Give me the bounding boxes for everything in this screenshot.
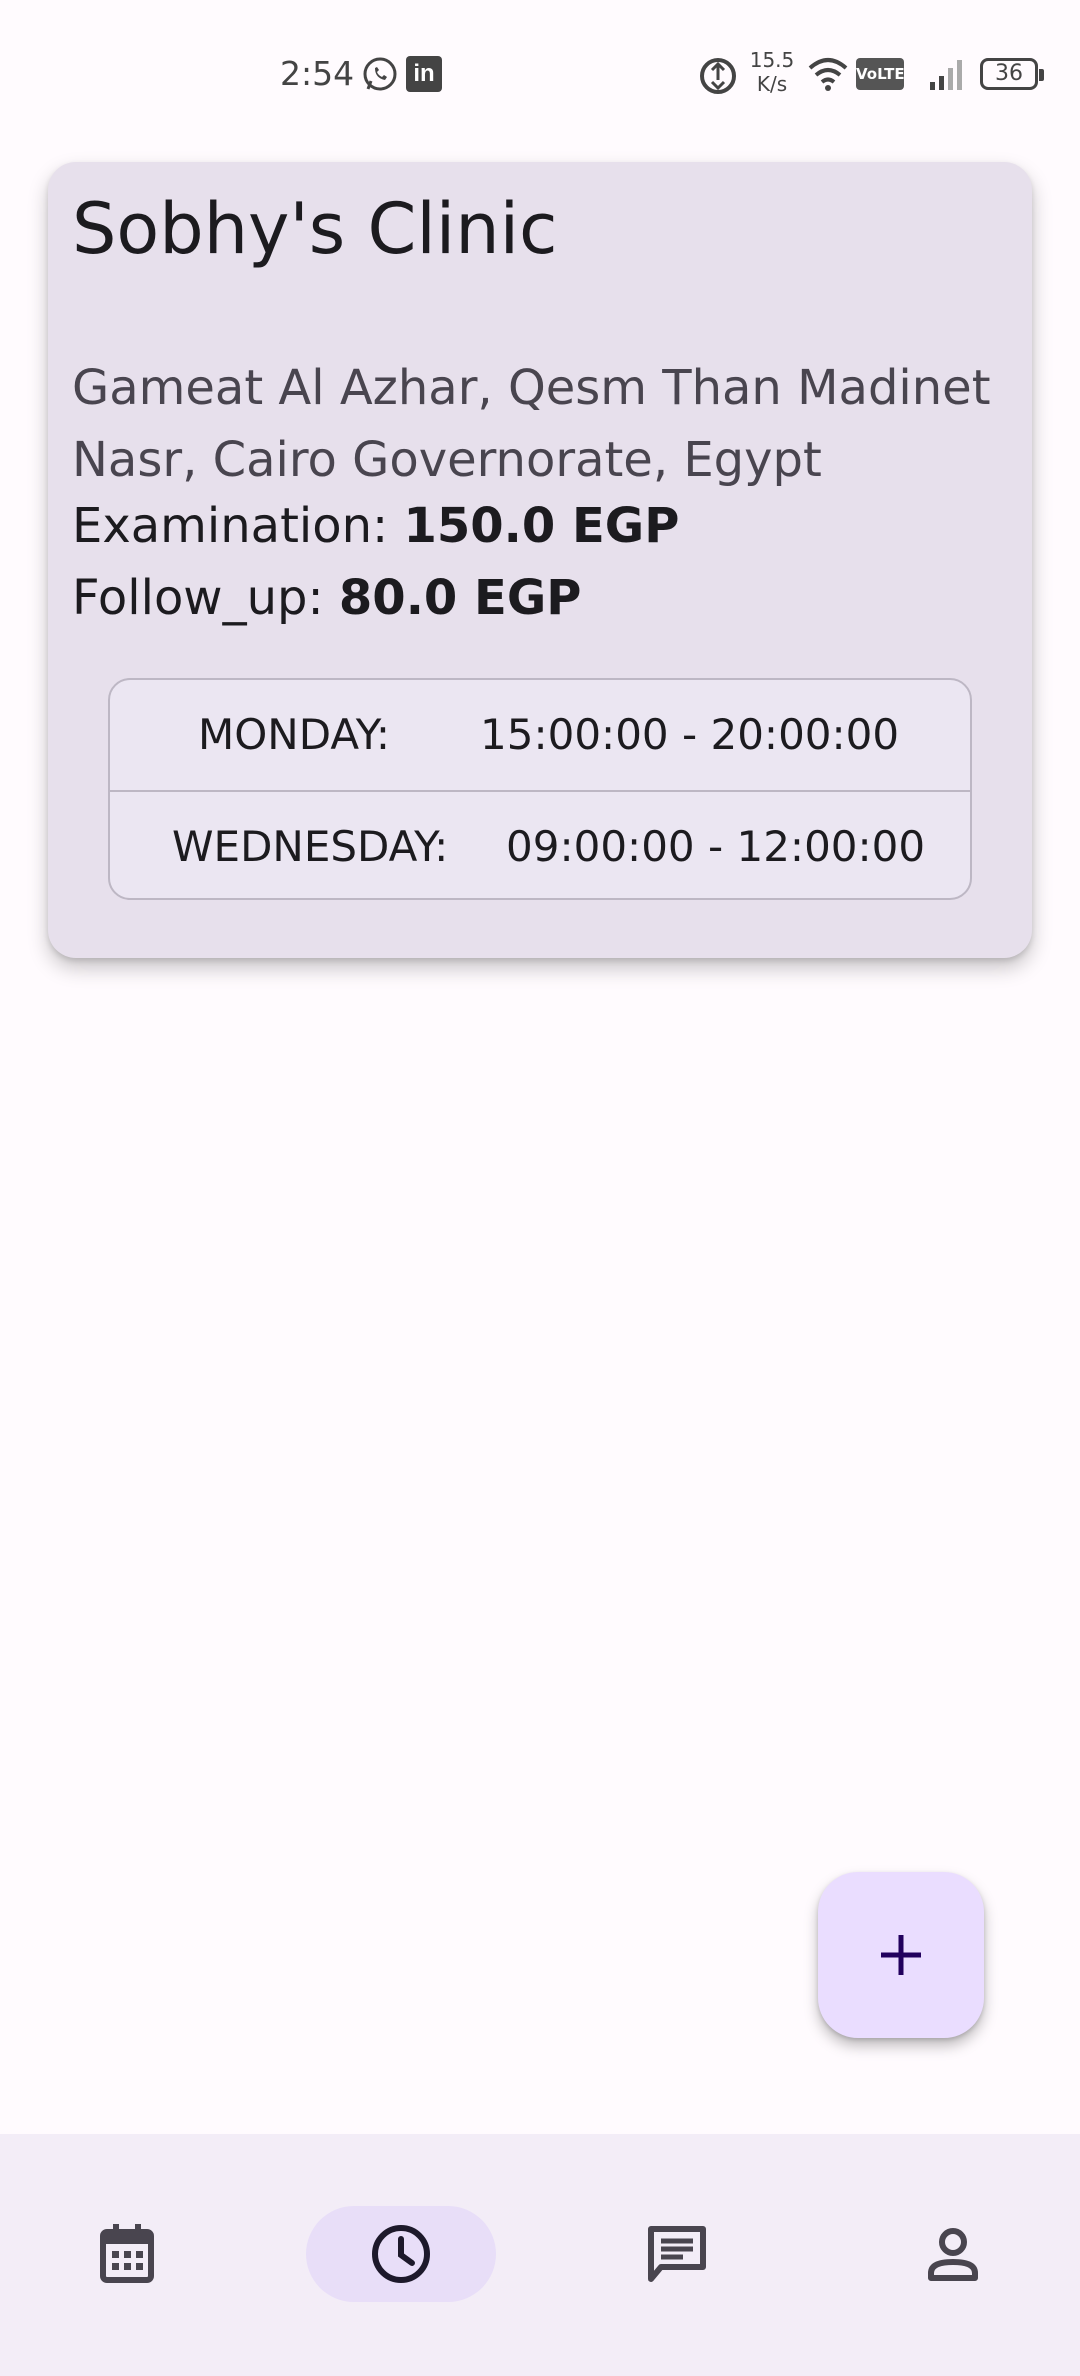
schedule-time: 09:00:00 - 12:00:00 (506, 822, 926, 871)
schedule-table: MONDAY: 15:00:00 - 20:00:00 WEDNESDAY: 0… (108, 678, 972, 900)
schedule-row: WEDNESDAY: 09:00:00 - 12:00:00 (110, 790, 970, 898)
wifi-icon (808, 58, 848, 91)
followup-value: 80.0 EGP (338, 570, 582, 626)
schedule-day: MONDAY: (198, 710, 391, 759)
add-clinic-button[interactable] (818, 1872, 984, 2038)
nav-item-messages[interactable] (582, 2206, 772, 2302)
battery-icon: 36 (980, 58, 1044, 90)
nav-item-calendar[interactable] (32, 2206, 222, 2302)
examination-value: 150.0 EGP (403, 498, 680, 554)
add-icon (881, 1935, 921, 1975)
linkedin-icon: in (406, 56, 442, 92)
whatsapp-icon (363, 57, 397, 91)
clock-icon (372, 2225, 430, 2283)
network-speed: 15.5 K/s (746, 48, 798, 96)
examination-fee: Examination: 150.0 EGP (72, 498, 679, 554)
clinic-name: Sobhy's Clinic (72, 188, 558, 270)
clinic-address: Gameat Al Azhar, Qesm Than Madinet Nasr,… (72, 360, 991, 488)
schedule-row: MONDAY: 15:00:00 - 20:00:00 (110, 680, 970, 790)
bottom-navigation (0, 2134, 1080, 2376)
nav-item-schedule[interactable] (306, 2206, 496, 2302)
person-icon (928, 2228, 978, 2281)
screen: 2:54 in 15.5 K/s VoLTE 36 Sobhy's Clinic… (0, 0, 1080, 2376)
network-speed-value: 15.5 (749, 48, 795, 72)
signal-icon (930, 60, 962, 90)
followup-fee: Follow_up: 80.0 EGP (72, 570, 581, 626)
volte-icon: VoLTE (856, 58, 905, 90)
data-saver-icon (700, 58, 736, 94)
message-icon (648, 2226, 706, 2282)
status-time: 2:54 (280, 54, 355, 93)
schedule-time: 15:00:00 - 20:00:00 (480, 710, 900, 759)
nav-item-profile[interactable] (858, 2206, 1048, 2302)
schedule-day: WEDNESDAY: (172, 822, 449, 871)
calendar-icon (100, 2224, 154, 2283)
clinic-card[interactable]: Sobhy's Clinic Gameat Al Azhar, Qesm Tha… (48, 162, 1032, 958)
followup-label: Follow_up: (72, 570, 324, 626)
network-speed-unit: K/s (756, 72, 788, 96)
status-bar: 2:54 in 15.5 K/s VoLTE 36 (0, 0, 1080, 150)
examination-label: Examination: (72, 498, 389, 554)
